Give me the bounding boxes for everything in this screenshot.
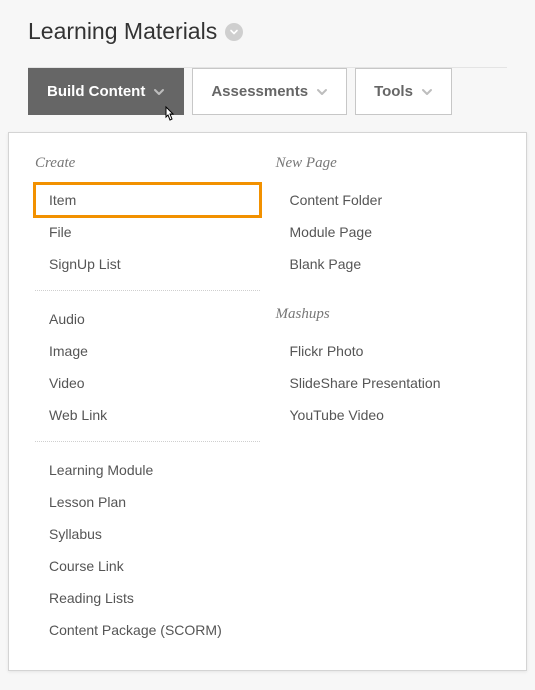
content-toolbar: Build Content Assessments Tools (28, 67, 507, 115)
menu-item-lesson-plan[interactable]: Lesson Plan (35, 486, 260, 518)
page-title: Learning Materials (28, 18, 217, 45)
menu-item-image[interactable]: Image (35, 335, 260, 367)
cursor-pointer-icon (161, 105, 179, 125)
tools-label: Tools (374, 83, 413, 100)
menu-item-flickr-photo[interactable]: Flickr Photo (276, 335, 501, 367)
tools-button[interactable]: Tools (355, 68, 452, 115)
group-separator (35, 441, 260, 442)
menu-item-item[interactable]: Item (35, 184, 260, 216)
page-options-icon[interactable] (225, 23, 243, 41)
mashups-heading: Mashups (276, 306, 501, 323)
assessments-button[interactable]: Assessments (192, 68, 347, 115)
create-heading: Create (35, 155, 260, 172)
menu-item-signup-list[interactable]: SignUp List (35, 248, 260, 280)
menu-item-course-link[interactable]: Course Link (35, 550, 260, 582)
menu-item-blank-page[interactable]: Blank Page (276, 248, 501, 280)
assessments-label: Assessments (211, 83, 308, 100)
page-title-row: Learning Materials (28, 18, 507, 45)
chevron-down-icon (153, 86, 165, 98)
build-content-button[interactable]: Build Content (28, 68, 184, 115)
build-content-label: Build Content (47, 83, 145, 100)
menu-item-syllabus[interactable]: Syllabus (35, 518, 260, 550)
menu-item-web-link[interactable]: Web Link (35, 399, 260, 431)
content-area: Learning Materials Build Content Assessm… (0, 0, 535, 115)
menu-item-audio[interactable]: Audio (35, 303, 260, 335)
menu-item-reading-lists[interactable]: Reading Lists (35, 582, 260, 614)
menu-item-youtube-video[interactable]: YouTube Video (276, 399, 501, 431)
build-content-dropdown: Create Item File SignUp List Audio Image… (8, 132, 527, 671)
chevron-down-icon (316, 86, 328, 98)
chevron-down-icon (421, 86, 433, 98)
spacer (276, 280, 501, 306)
dropdown-right-column: New Page Content Folder Module Page Blan… (276, 155, 501, 646)
menu-item-slideshare[interactable]: SlideShare Presentation (276, 367, 501, 399)
menu-item-video[interactable]: Video (35, 367, 260, 399)
menu-item-learning-module[interactable]: Learning Module (35, 454, 260, 486)
menu-item-scorm[interactable]: Content Package (SCORM) (35, 614, 260, 646)
group-separator (35, 290, 260, 291)
new-page-heading: New Page (276, 155, 501, 172)
dropdown-left-column: Create Item File SignUp List Audio Image… (35, 155, 260, 646)
menu-item-module-page[interactable]: Module Page (276, 216, 501, 248)
menu-item-content-folder[interactable]: Content Folder (276, 184, 501, 216)
menu-item-file[interactable]: File (35, 216, 260, 248)
